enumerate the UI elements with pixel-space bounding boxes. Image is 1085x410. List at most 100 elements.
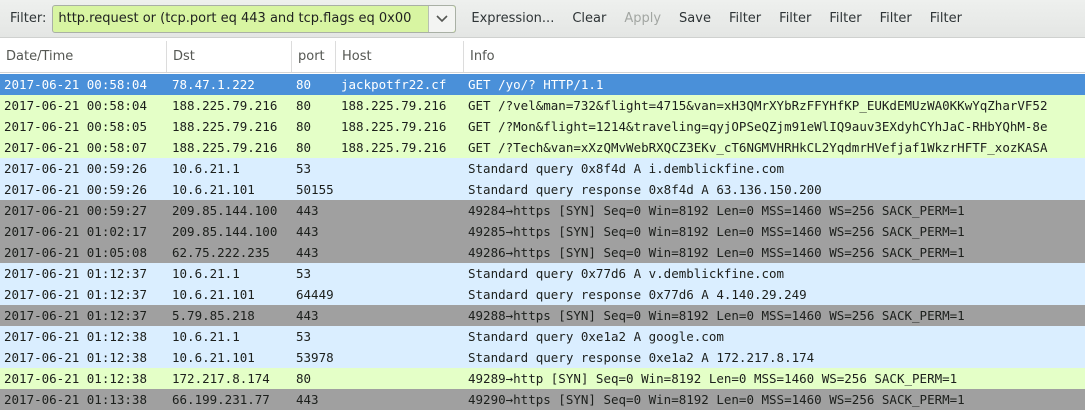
cell-datetime: 2017-06-21 01:12:37 <box>4 308 147 323</box>
display-filter-input[interactable] <box>53 5 429 32</box>
column-header-dst[interactable]: Dst <box>167 41 292 72</box>
cell-datetime: 2017-06-21 01:12:38 <box>4 371 147 386</box>
cell-port: 443 <box>296 224 319 239</box>
cell-host: 188.225.79.216 <box>341 140 447 155</box>
cell-host: 188.225.79.216 <box>341 98 447 113</box>
cell-info: 49286→https [SYN] Seq=0 Win=8192 Len=0 M… <box>468 245 965 260</box>
cell-datetime: 2017-06-21 00:58:04 <box>4 77 147 92</box>
packet-row[interactable]: 2017-06-21 01:02:17 209.85.144.100 443 4928… <box>0 221 1085 242</box>
column-header-datetime[interactable]: Date/Time <box>0 41 167 72</box>
filter-button-3[interactable]: Filter <box>820 11 870 26</box>
cell-datetime: 2017-06-21 00:59:26 <box>4 182 147 197</box>
filter-button-1[interactable]: Filter <box>720 11 770 26</box>
filter-combo <box>52 4 457 33</box>
cell-port: 53 <box>296 329 312 344</box>
cell-dst: 188.225.79.216 <box>172 98 278 113</box>
cell-dst: 10.6.21.101 <box>172 182 255 197</box>
cell-datetime: 2017-06-21 01:12:38 <box>4 350 147 365</box>
cell-info: Standard query 0x77d6 A v.demblickfine.c… <box>468 266 785 281</box>
cell-port: 64449 <box>296 287 334 302</box>
cell-dst: 209.85.144.100 <box>172 203 278 218</box>
cell-datetime: 2017-06-21 00:58:07 <box>4 140 147 155</box>
column-header-info[interactable]: Info <box>464 41 1085 72</box>
cell-port: 53 <box>296 266 312 281</box>
cell-info: Standard query 0xe1a2 A google.com <box>468 329 724 344</box>
packet-row[interactable]: 2017-06-21 00:58:05 188.225.79.216 80 188.2… <box>0 116 1085 137</box>
chevron-down-icon <box>436 14 448 22</box>
cell-datetime: 2017-06-21 01:12:38 <box>4 329 147 344</box>
cell-port: 50155 <box>296 182 334 197</box>
cell-info: 49288→https [SYN] Seq=0 Win=8192 Len=0 M… <box>468 308 965 323</box>
cell-port: 80 <box>296 140 312 155</box>
cell-port: 80 <box>296 371 312 386</box>
cell-dst: 78.47.1.222 <box>172 77 255 92</box>
column-header-port[interactable]: port <box>292 41 336 72</box>
cell-info: GET /yo/? HTTP/1.1 <box>468 77 604 92</box>
packet-list: Date/Time Dst port Host Info 2017-06-21 … <box>0 41 1085 410</box>
column-header-host[interactable]: Host <box>336 41 464 72</box>
display-filter-toolbar: Filter: Expression... Clear Apply Save F… <box>0 0 1085 38</box>
cell-datetime: 2017-06-21 00:58:04 <box>4 98 147 113</box>
cell-info: Standard query response 0x8f4d A 63.136.… <box>468 182 822 197</box>
cell-port: 53978 <box>296 350 334 365</box>
cell-dst: 62.75.222.235 <box>172 245 270 260</box>
packet-row[interactable]: 2017-06-21 00:58:04 78.47.1.222 80 jackpotf… <box>0 74 1085 95</box>
cell-port: 443 <box>296 245 319 260</box>
packet-row[interactable]: 2017-06-21 01:12:37 5.79.85.218 443 49288→h… <box>0 305 1085 326</box>
filter-dropdown-button[interactable] <box>428 5 456 32</box>
cell-dst: 10.6.21.1 <box>172 329 240 344</box>
packet-row[interactable]: 2017-06-21 00:58:04 188.225.79.216 80 188.2… <box>0 95 1085 116</box>
cell-info: 49290→https [SYN] Seq=0 Win=8192 Len=0 M… <box>468 392 965 407</box>
cell-info: Standard query 0x8f4d A i.demblickfine.c… <box>468 161 785 176</box>
cell-port: 80 <box>296 77 312 92</box>
packet-row[interactable]: 2017-06-21 00:59:26 10.6.21.101 50155 Stand… <box>0 179 1085 200</box>
cell-port: 53 <box>296 161 312 176</box>
cell-dst: 66.199.231.77 <box>172 392 270 407</box>
cell-datetime: 2017-06-21 00:58:05 <box>4 119 147 134</box>
packet-row[interactable]: 2017-06-21 01:12:38 10.6.21.1 53 Standard q… <box>0 326 1085 347</box>
packet-row[interactable]: 2017-06-21 00:59:27 209.85.144.100 443 4928… <box>0 200 1085 221</box>
cell-dst: 10.6.21.1 <box>172 266 240 281</box>
cell-port: 443 <box>296 203 319 218</box>
packet-row[interactable]: 2017-06-21 01:12:37 10.6.21.101 64449 Stand… <box>0 284 1085 305</box>
cell-dst: 188.225.79.216 <box>172 119 278 134</box>
cell-info: Standard query response 0x77d6 A 4.140.2… <box>468 287 807 302</box>
cell-port: 80 <box>296 119 312 134</box>
filter-button-5[interactable]: Filter <box>921 11 971 26</box>
cell-datetime: 2017-06-21 01:12:37 <box>4 266 147 281</box>
cell-port: 443 <box>296 392 319 407</box>
cell-dst: 188.225.79.216 <box>172 140 278 155</box>
cell-datetime: 2017-06-21 01:13:38 <box>4 392 147 407</box>
packet-rows: 2017-06-21 00:58:04 78.47.1.222 80 jackpotf… <box>0 74 1085 410</box>
cell-info: 49289→http [SYN] Seq=0 Win=8192 Len=0 MS… <box>468 371 958 386</box>
cell-info: 49284→https [SYN] Seq=0 Win=8192 Len=0 M… <box>468 203 965 218</box>
cell-info: GET /?vel&man=732&flight=4715&van=xH3QMr… <box>468 98 1048 113</box>
filter-button-4[interactable]: Filter <box>871 11 921 26</box>
cell-datetime: 2017-06-21 01:05:08 <box>4 245 147 260</box>
packet-row[interactable]: 2017-06-21 01:12:38 10.6.21.101 53978 Stand… <box>0 347 1085 368</box>
apply-button[interactable]: Apply <box>615 11 670 26</box>
cell-port: 443 <box>296 308 319 323</box>
cell-info: GET /?Tech&van=xXzQMvWebRXQCZ3EKv_cT6NGM… <box>468 140 1048 155</box>
cell-datetime: 2017-06-21 01:12:37 <box>4 287 147 302</box>
cell-dst: 172.217.8.174 <box>172 371 270 386</box>
packet-row[interactable]: 2017-06-21 01:05:08 62.75.222.235 443 49286… <box>0 242 1085 263</box>
clear-button[interactable]: Clear <box>563 11 615 26</box>
packet-row[interactable]: 2017-06-21 00:58:07 188.225.79.216 80 188.2… <box>0 137 1085 158</box>
cell-dst: 209.85.144.100 <box>172 224 278 239</box>
save-button[interactable]: Save <box>670 11 720 26</box>
packet-row[interactable]: 2017-06-21 01:12:38 172.217.8.174 80 49289→… <box>0 368 1085 389</box>
filter-button-2[interactable]: Filter <box>770 11 820 26</box>
cell-port: 80 <box>296 98 312 113</box>
expression-button[interactable]: Expression... <box>462 11 563 26</box>
cell-info: Standard query response 0xe1a2 A 172.217… <box>468 350 815 365</box>
packet-row[interactable]: 2017-06-21 01:12:37 10.6.21.1 53 Standard q… <box>0 263 1085 284</box>
cell-datetime: 2017-06-21 00:59:27 <box>4 203 147 218</box>
packet-row[interactable]: 2017-06-21 01:13:38 66.199.231.77 443 49290… <box>0 389 1085 410</box>
cell-host: 188.225.79.216 <box>341 119 447 134</box>
cell-datetime: 2017-06-21 00:59:26 <box>4 161 147 176</box>
packet-row[interactable]: 2017-06-21 00:59:26 10.6.21.1 53 Standard q… <box>0 158 1085 179</box>
filter-label: Filter: <box>10 11 47 26</box>
cell-info: GET /?Mon&flight=1214&traveling=qyjOPSeQ… <box>468 119 1048 134</box>
cell-host: jackpotfr22.cf <box>341 77 447 92</box>
